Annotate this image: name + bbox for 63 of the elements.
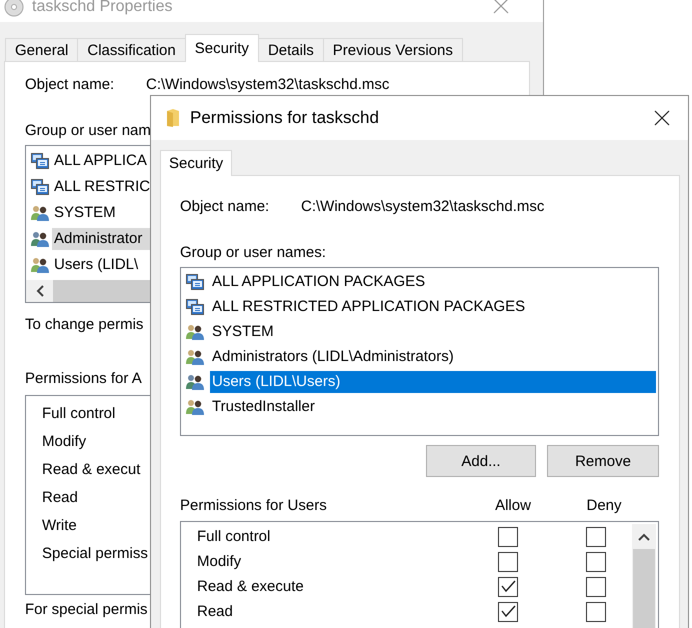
section-label: Permissions for A — [25, 370, 142, 388]
section-label: Group or user names: — [180, 244, 327, 262]
field-label: Object name: — [25, 76, 116, 94]
object-path: C:\Windows\system32\taskschd.msc — [301, 198, 544, 216]
network-icon — [186, 298, 204, 314]
network-icon — [31, 179, 49, 195]
list-item[interactable]: TrustedInstaller — [210, 396, 317, 418]
permission-name: Modify — [42, 432, 86, 452]
deny-checkbox[interactable] — [586, 552, 606, 572]
add-button[interactable]: Add... — [426, 445, 536, 477]
permission-name: Full control — [42, 404, 116, 424]
section-label: Permissions for Users — [180, 497, 328, 515]
users-icon — [186, 398, 204, 414]
tab[interactable]: General — [5, 38, 78, 62]
allow-checkbox[interactable] — [498, 576, 518, 596]
scroll-left-icon[interactable] — [36, 285, 44, 297]
close-icon[interactable] — [654, 110, 670, 126]
users-icon — [31, 205, 49, 221]
list-item[interactable]: Users (LIDL\ — [52, 254, 140, 276]
permission-name: Modify — [197, 552, 242, 572]
remove-button[interactable]: Remove — [547, 445, 659, 477]
list-item[interactable]: ALL APPLICA — [52, 150, 149, 172]
users-icon — [31, 231, 49, 247]
allow-checkbox[interactable] — [498, 552, 518, 572]
users-icon — [186, 374, 204, 390]
permission-name: Read & execut — [42, 460, 140, 480]
allow-checkbox[interactable] — [498, 526, 518, 546]
permission-name: Special permiss — [42, 544, 148, 564]
field-label: Object name: — [180, 198, 270, 216]
users-icon — [31, 257, 49, 273]
network-icon — [186, 274, 204, 290]
hint-text: For special permis — [25, 601, 148, 619]
permission-name: Read — [197, 602, 234, 622]
list-item[interactable]: Administrators (LIDL\Administrators) — [210, 346, 456, 368]
deny-checkbox[interactable] — [586, 576, 606, 596]
list-item[interactable]: ALL APPLICATION PACKAGES — [210, 270, 428, 292]
object-path: C:\Windows\system32\taskschd.msc — [146, 76, 390, 94]
permission-name: Read — [42, 488, 78, 508]
list-item[interactable]: SYSTEM — [210, 320, 276, 342]
folder-icon — [166, 109, 180, 127]
permission-name: Full control — [197, 527, 272, 547]
users-icon — [186, 348, 204, 364]
network-icon — [31, 153, 49, 169]
users-icon — [186, 324, 204, 340]
tab[interactable]: Security — [160, 150, 232, 176]
section-label: Group or user nam — [25, 122, 151, 140]
permission-name: Write — [42, 516, 77, 536]
list-item[interactable]: ALL RESTRICTED APPLICATION PACKAGES — [210, 296, 528, 318]
permission-name: Read & execute — [197, 577, 305, 597]
column-header: Allow — [494, 497, 532, 515]
scroll-up-icon[interactable] — [638, 532, 650, 540]
hint-text: To change permis — [25, 316, 144, 334]
deny-checkbox[interactable] — [586, 602, 606, 622]
tab[interactable]: Security — [184, 34, 259, 62]
dialog-title: Permissions for taskschd — [190, 108, 379, 128]
deny-checkbox[interactable] — [586, 526, 606, 546]
list-item[interactable]: SYSTEM — [52, 202, 118, 224]
allow-checkbox[interactable] — [498, 602, 518, 622]
list-item[interactable]: Users (LIDL\Users) — [210, 370, 656, 392]
tab[interactable]: Previous Versions — [322, 38, 463, 62]
column-header: Deny — [585, 497, 623, 515]
list-item[interactable]: ALL RESTRIC — [52, 176, 152, 198]
scrollbar[interactable] — [632, 524, 656, 628]
